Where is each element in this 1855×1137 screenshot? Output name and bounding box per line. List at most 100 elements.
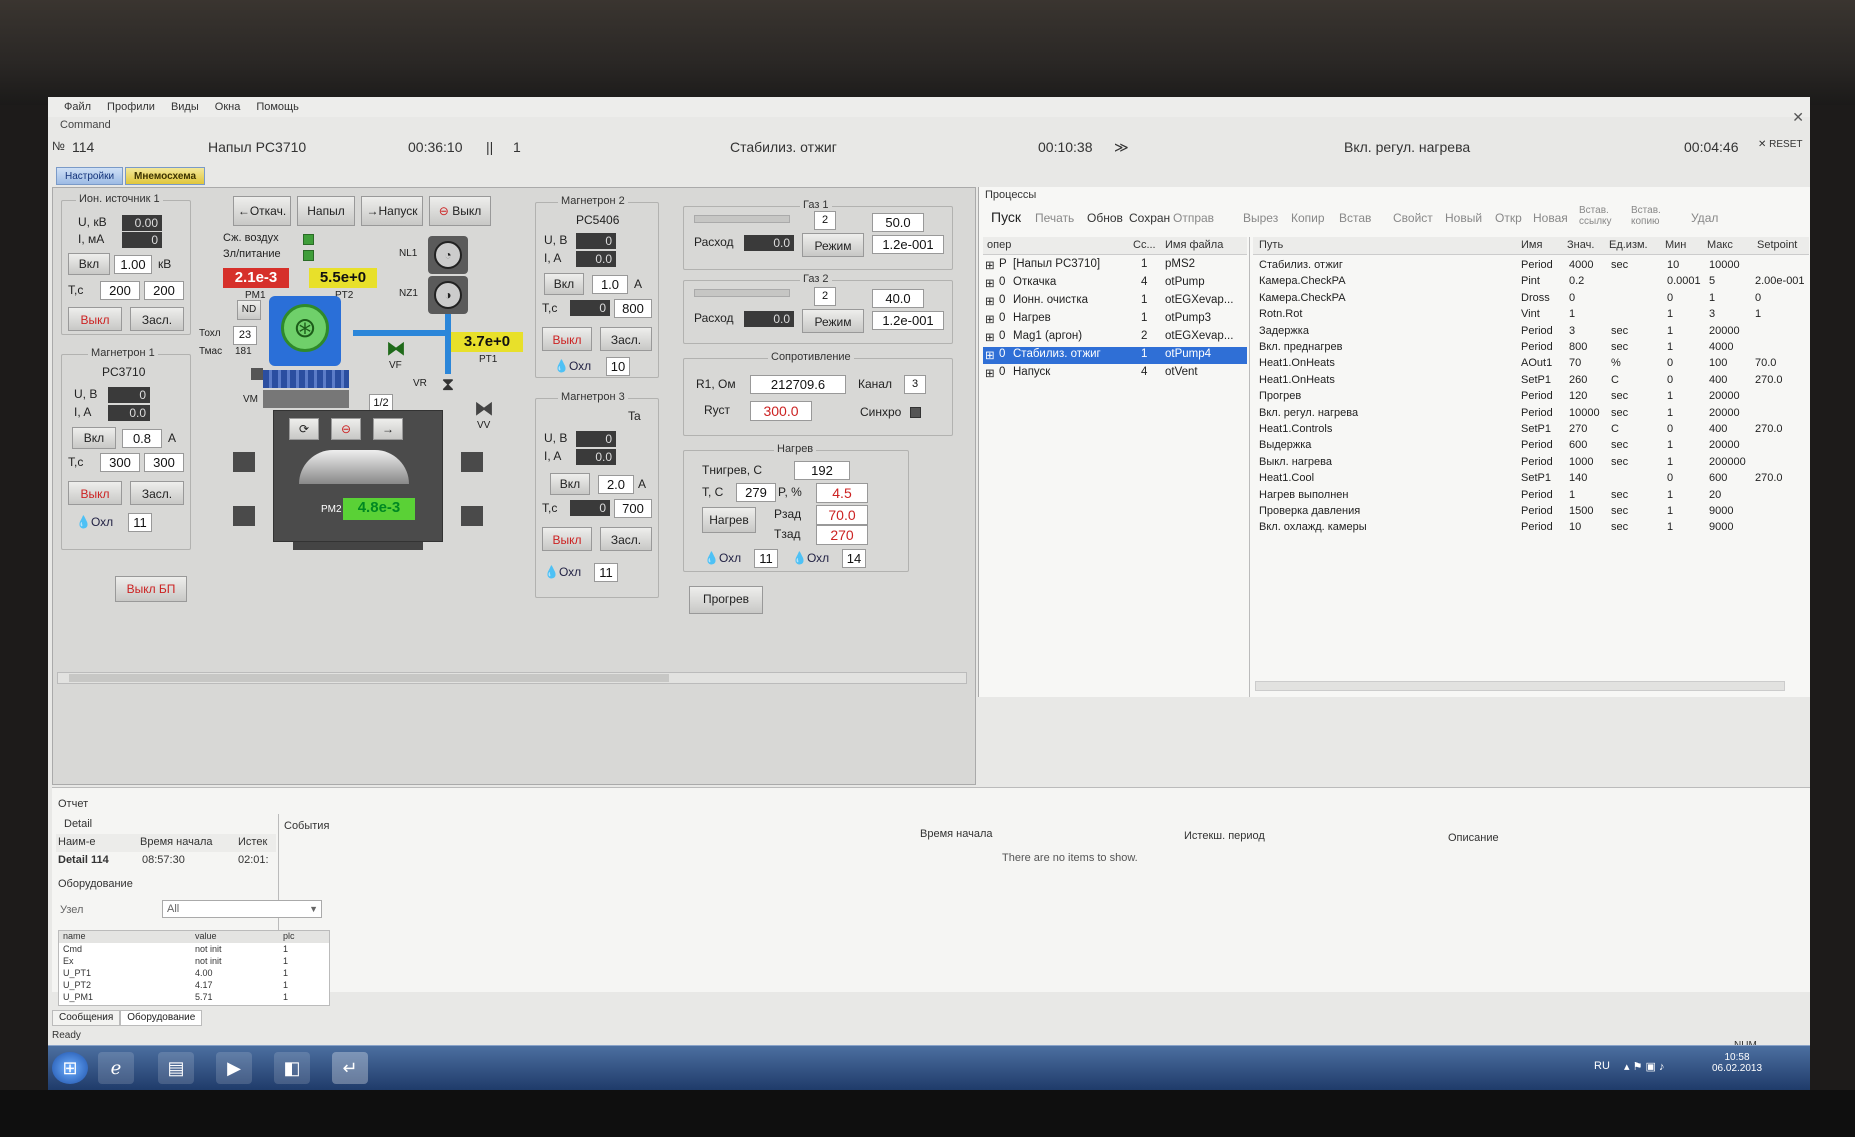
language-indicator[interactable]: RU [1594,1060,1610,1072]
param-value[interactable]: 800 [1569,341,1587,353]
param-col-name[interactable]: Имя [1521,239,1542,251]
tree-col-n[interactable]: Сс... [1133,239,1156,251]
param-col-path[interactable]: Путь [1259,239,1283,251]
preheat-button[interactable]: Прогрев [689,586,763,614]
pause-icon[interactable]: || [486,139,493,155]
stop-icon[interactable]: ⊖ [331,418,361,440]
m2-t-setpoint[interactable]: 800 [614,299,652,318]
deposit-button[interactable]: Напыл [297,196,355,226]
gas2-setpoint[interactable]: 40.0 [872,289,924,308]
reset-button[interactable]: ✕ RESET [1758,139,1804,150]
m1-off-button[interactable]: Выкл [68,481,122,505]
gas2-mode-button[interactable]: Режим [802,309,864,333]
tab-messages[interactable]: Сообщения [52,1010,121,1026]
param-setpoint[interactable]: 270.0 [1755,423,1783,435]
cut-button[interactable]: Вырез [1243,211,1278,225]
arrow-icon[interactable]: → [373,418,403,440]
ion-t-setpoint[interactable]: 200 [144,281,184,300]
rset-value[interactable]: 300.0 [750,401,812,421]
param-value[interactable]: 260 [1569,374,1587,386]
m2-off-button[interactable]: Выкл [542,327,592,351]
gas1-mode-button[interactable]: Режим [802,233,864,257]
heating-button[interactable]: Нагрев [702,507,756,533]
menu-profiles[interactable]: Профили [107,101,155,113]
copy-button[interactable]: Копир [1291,211,1325,225]
param-setpoint[interactable]: 70.0 [1755,357,1776,369]
media-player-icon[interactable]: ▶ [216,1052,252,1084]
heat-cooling2[interactable]: 💧Охл [792,551,829,565]
new-folder-button[interactable]: Новая [1533,211,1568,225]
detail-row-name[interactable]: Detail 114 [58,854,109,866]
m1-on-button[interactable]: Вкл [72,427,116,449]
equip-col-plc[interactable]: plc [283,931,295,941]
param-value[interactable]: 3 [1569,325,1575,337]
rotate-icon[interactable]: ⟳ [289,418,319,440]
properties-button[interactable]: Свойст [1393,211,1433,225]
m1-setpoint[interactable]: 0.8 [122,429,162,448]
tree-row[interactable]: ⊞ 0 Стабилиз. отжиг 1 otPump4 [983,347,1247,364]
app-icon[interactable]: ◧ [274,1052,310,1084]
paste-link-button[interactable]: Встав. ссылку [1579,205,1623,227]
m3-t-setpoint[interactable]: 700 [614,499,652,518]
m1-cooling[interactable]: 💧Охл [76,515,113,529]
param-value[interactable]: 1 [1569,308,1575,320]
m3-on-button[interactable]: Вкл [550,473,590,495]
sync-checkbox[interactable] [910,407,921,418]
menu-views[interactable]: Виды [171,101,199,113]
param-setpoint[interactable]: 270.0 [1755,472,1783,484]
vr-valve-icon[interactable]: ⧗ [437,374,459,396]
param-value[interactable]: 0.2 [1569,275,1584,287]
pumping-off-button[interactable]: ⊖ Выкл [429,196,491,226]
param-col-setpoint[interactable]: Setpoint [1757,239,1797,251]
detail-col-start[interactable]: Время начала [140,836,212,848]
param-setpoint[interactable]: 270.0 [1755,374,1783,386]
m2-on-button[interactable]: Вкл [544,273,584,295]
m2-cooling[interactable]: 💧Охл [554,359,591,373]
detail-col-name[interactable]: Наим-е [58,836,96,848]
menu-windows[interactable]: Окна [215,101,241,113]
tree-row[interactable]: ⊞ 0 Откачка 4 otPump [983,275,1247,292]
param-setpoint[interactable]: 1 [1755,308,1761,320]
send-button[interactable]: Отправ [1173,211,1214,225]
vent-button[interactable]: →Напуск [361,196,423,226]
menu-help[interactable]: Помощь [256,101,299,113]
gas1-setpoint[interactable]: 50.0 [872,213,924,232]
power-off-button[interactable]: Выкл БП [115,576,187,602]
start-button[interactable]: Пуск [991,209,1021,225]
open-button[interactable]: Откр [1495,211,1522,225]
m2-shutter-button[interactable]: Засл. [600,327,652,351]
refresh-button[interactable]: Обнов [1087,211,1123,225]
ion-on-button[interactable]: Вкл [68,253,110,275]
paste-copy-button[interactable]: Встав. копию [1631,205,1675,227]
param-value[interactable]: 270 [1569,423,1587,435]
param-value[interactable]: 120 [1569,390,1587,402]
ion-shutter-button[interactable]: Засл. [130,307,184,331]
print-button[interactable]: Печать [1035,211,1074,225]
start-button-icon[interactable]: ⊞ [52,1052,88,1084]
m3-cooling[interactable]: 💧Охл [544,565,581,579]
scrollbar-thumb[interactable] [69,674,669,682]
param-setpoint[interactable]: 2.00e-001 [1755,275,1805,287]
events-col-period[interactable]: Истекш. период [1184,830,1265,842]
node-select[interactable]: All ▼ [162,900,322,918]
gas1-slider[interactable] [694,215,790,223]
tree-col-file[interactable]: Имя файла [1165,239,1223,251]
param-col-unit[interactable]: Ед.изм. [1609,239,1648,251]
equip-col-name[interactable]: name [63,931,86,941]
param-value[interactable]: 140 [1569,472,1587,484]
param-value[interactable]: 70 [1569,357,1581,369]
detail-col-elapsed[interactable]: Истек [238,836,267,848]
gas2-slider[interactable] [694,289,790,297]
param-col-min[interactable]: Мин [1665,239,1686,251]
paste-button[interactable]: Встав [1339,211,1371,225]
m1-shutter-button[interactable]: Засл. [130,481,184,505]
tree-row[interactable]: ⊞ 0 Напуск 4 otVent [983,365,1247,382]
param-value[interactable]: 1000 [1569,456,1593,468]
pset-value[interactable]: 70.0 [816,505,868,525]
heat-cooling1[interactable]: 💧Охл [704,551,741,565]
vv-valve-icon[interactable]: ⧓ [471,396,497,420]
pump-button[interactable]: ←Откач. [233,196,291,226]
browser-icon[interactable]: ℯ [98,1052,134,1084]
delete-button[interactable]: Удал [1691,211,1718,225]
menu-file[interactable]: Файл [64,101,91,113]
